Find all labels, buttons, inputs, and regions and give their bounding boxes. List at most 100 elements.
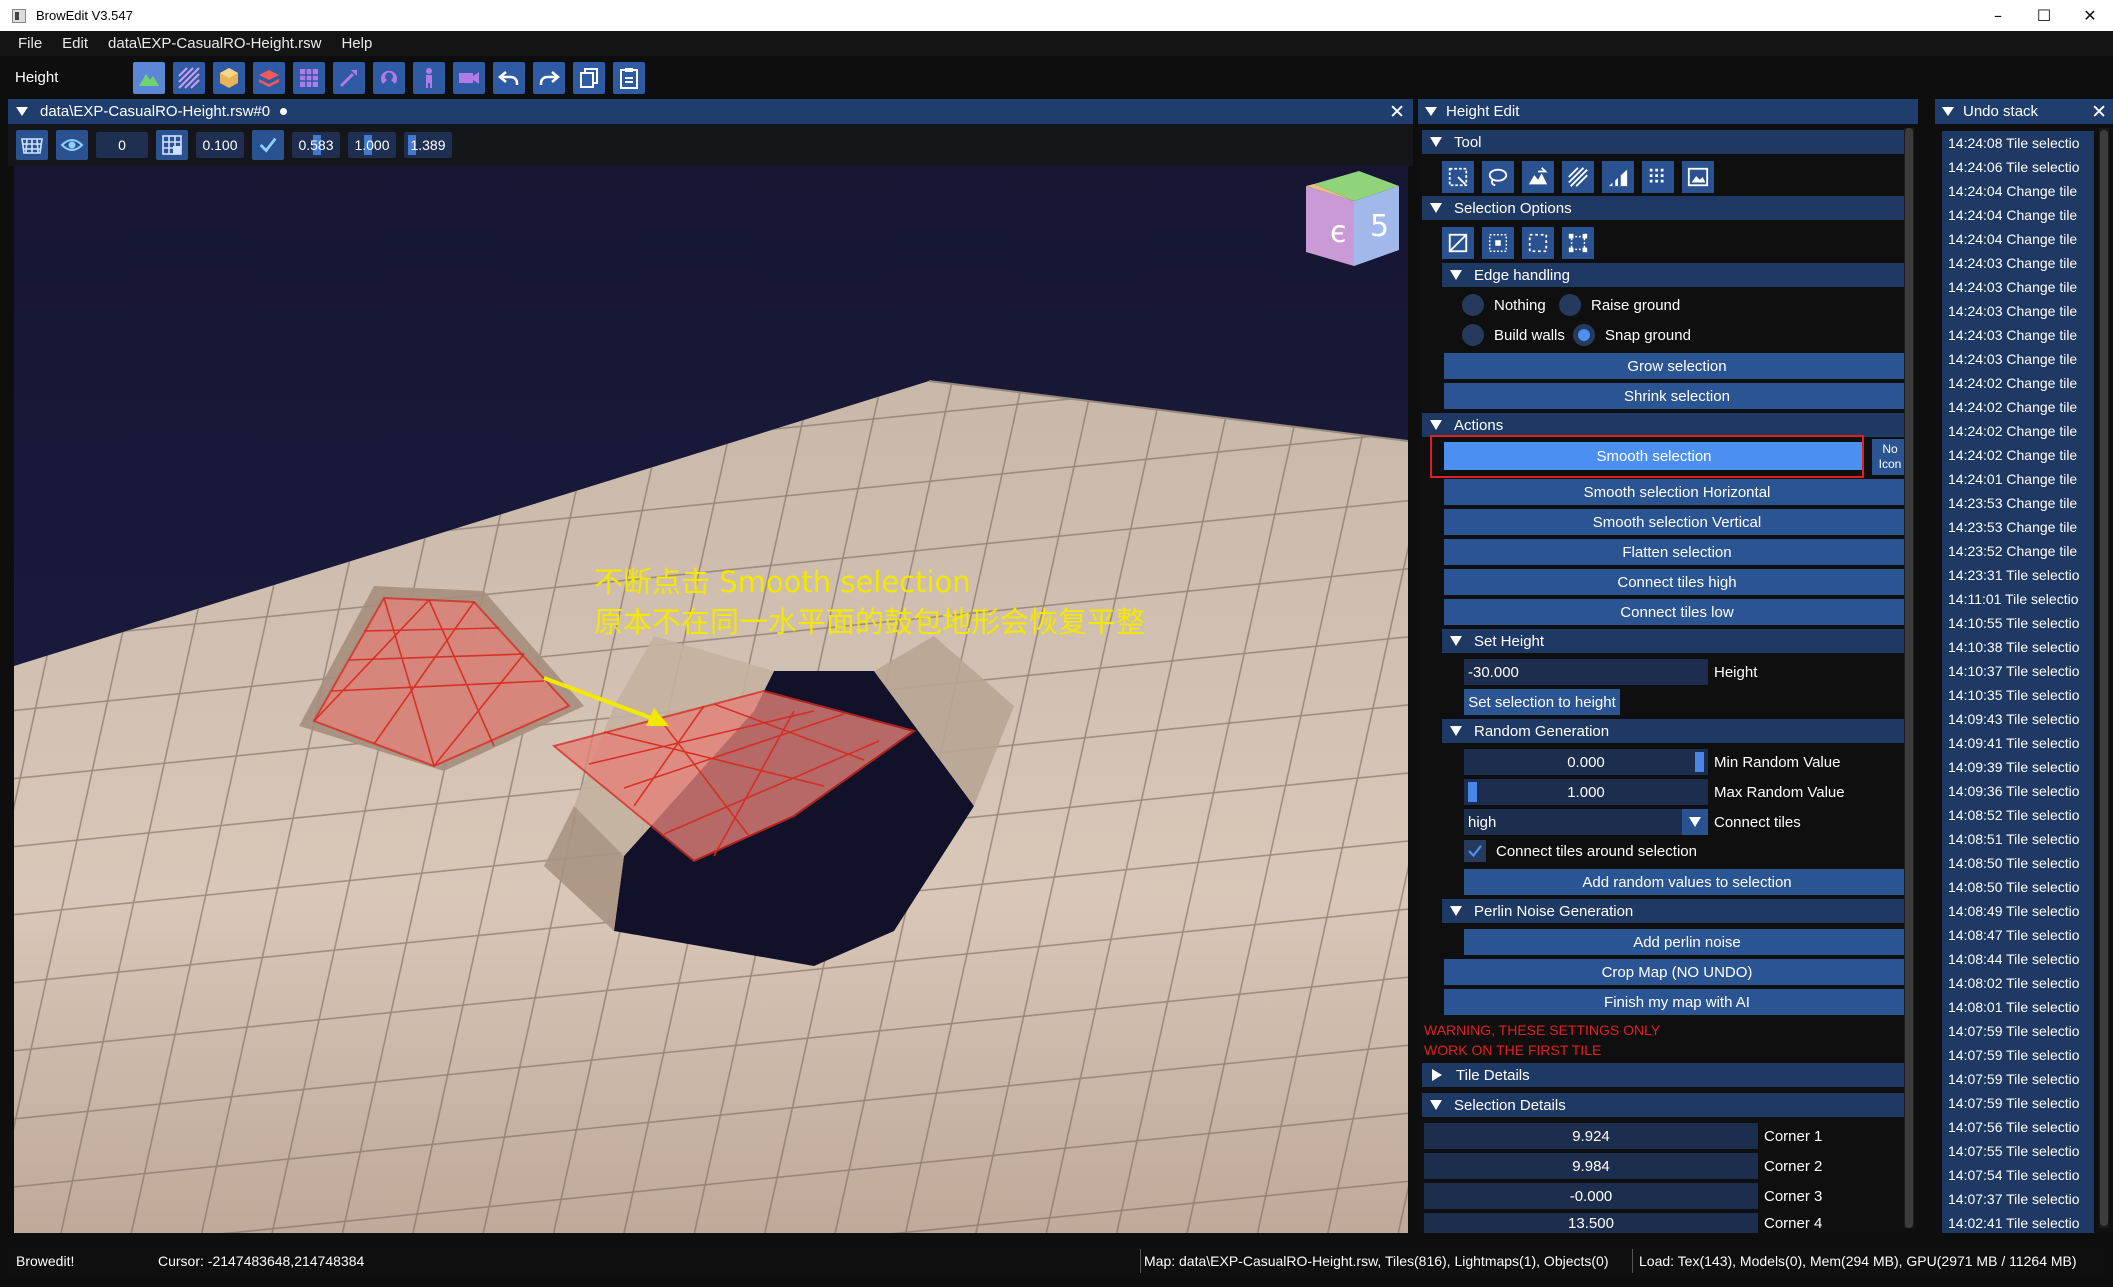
tile-details-header[interactable]: Tile Details xyxy=(1422,1063,1914,1087)
connect-tiles-high-button[interactable]: Connect tiles high xyxy=(1444,569,1910,595)
height-input[interactable]: -30.000 xyxy=(1464,659,1708,685)
undo-item[interactable]: 14:07:37 Tile selectio xyxy=(1942,1187,2094,1211)
panel-scrollbar[interactable] xyxy=(1904,128,1914,1228)
undo-item[interactable]: 14:08:47 Tile selectio xyxy=(1942,923,2094,947)
undo-item[interactable]: 14:24:03 Change tile xyxy=(1942,299,2094,323)
undo-item[interactable]: 14:23:52 Change tile xyxy=(1942,539,2094,563)
min-random-grab[interactable] xyxy=(1695,752,1704,772)
corner-3-input[interactable]: -0.000 xyxy=(1424,1183,1758,1209)
grow-selection-button[interactable]: Grow selection xyxy=(1444,353,1910,379)
grid-size-field[interactable]: 0.100 xyxy=(196,132,244,158)
undo-item[interactable]: 14:09:36 Tile selectio xyxy=(1942,779,2094,803)
connect-around-checkbox[interactable]: Connect tiles around selection xyxy=(1464,840,1697,862)
undo-icon[interactable] xyxy=(493,61,525,94)
radio-circle[interactable] xyxy=(1462,324,1484,346)
undo-item[interactable]: 14:24:04 Change tile xyxy=(1942,203,2094,227)
undo-item[interactable]: 14:23:53 Change tile xyxy=(1942,515,2094,539)
connect-tiles-low-button[interactable]: Connect tiles low xyxy=(1444,599,1910,625)
undo-item[interactable]: 14:08:49 Tile selectio xyxy=(1942,899,2094,923)
radio-circle-selected[interactable] xyxy=(1573,324,1595,346)
add-random-values-button[interactable]: Add random values to selection xyxy=(1464,869,1910,895)
texture-mode-icon[interactable] xyxy=(173,61,205,94)
actions-header[interactable]: Actions xyxy=(1422,413,1914,437)
third-slider[interactable]: 1.389 xyxy=(404,132,452,158)
collapse-icon[interactable] xyxy=(16,107,28,116)
undo-item[interactable]: 14:07:59 Tile selectio xyxy=(1942,1067,2094,1091)
paste-icon[interactable] xyxy=(613,61,645,94)
undo-item[interactable]: 14:07:54 Tile selectio xyxy=(1942,1163,2094,1187)
copy-icon[interactable] xyxy=(573,61,605,94)
undo-item[interactable]: 14:08:44 Tile selectio xyxy=(1942,947,2094,971)
menu-help[interactable]: Help xyxy=(331,35,382,52)
radio-circle[interactable] xyxy=(1559,294,1581,316)
undo-item[interactable]: 14:23:31 Tile selectio xyxy=(1942,563,2094,587)
edge-build-walls-radio[interactable]: Build walls xyxy=(1462,324,1565,346)
tool-section-header[interactable]: Tool xyxy=(1422,130,1914,154)
redo-icon[interactable] xyxy=(533,61,565,94)
wand-mode-icon[interactable] xyxy=(333,61,365,94)
sprite-mode-icon[interactable] xyxy=(373,61,405,94)
random-generation-header[interactable]: Random Generation xyxy=(1442,719,1914,743)
slope-icon[interactable] xyxy=(1602,161,1634,193)
edge-raise-ground-radio[interactable]: Raise ground xyxy=(1559,294,1680,316)
undo-item[interactable]: 14:07:55 Tile selectio xyxy=(1942,1139,2094,1163)
radio-circle[interactable] xyxy=(1462,294,1484,316)
add-perlin-noise-button[interactable]: Add perlin noise xyxy=(1464,929,1910,955)
selection-details-header[interactable]: Selection Details xyxy=(1422,1093,1914,1117)
undo-item[interactable]: 14:07:59 Tile selectio xyxy=(1942,1091,2094,1115)
height-mode-icon[interactable] xyxy=(133,61,165,94)
rect-select-icon[interactable] xyxy=(1442,161,1474,193)
visibility-eye-icon[interactable] xyxy=(56,130,88,160)
undo-item[interactable]: 14:24:03 Change tile xyxy=(1942,251,2094,275)
undo-item[interactable]: 14:24:04 Change tile xyxy=(1942,227,2094,251)
undo-item[interactable]: 14:08:51 Tile selectio xyxy=(1942,827,2094,851)
shrink-selection-button[interactable]: Shrink selection xyxy=(1444,383,1910,409)
chevron-down-icon[interactable] xyxy=(1682,809,1708,835)
wall-mode-icon[interactable] xyxy=(253,61,285,94)
undo-item[interactable]: 14:10:38 Tile selectio xyxy=(1942,635,2094,659)
set-height-header[interactable]: Set Height xyxy=(1442,629,1914,653)
undo-item[interactable]: 14:09:39 Tile selectio xyxy=(1942,755,2094,779)
minimize-button[interactable]: – xyxy=(1975,0,2021,31)
undo-item[interactable]: 14:08:01 Tile selectio xyxy=(1942,995,2094,1019)
menu-edit[interactable]: Edit xyxy=(52,35,98,52)
smooth-vertical-button[interactable]: Smooth selection Vertical xyxy=(1444,509,1910,535)
close-viewport-button[interactable]: ✕ xyxy=(1389,101,1405,123)
crop-map-button[interactable]: Crop Map (NO UNDO) xyxy=(1444,959,1910,985)
close-undo-button[interactable]: ✕ xyxy=(2091,101,2107,123)
collapse-icon[interactable] xyxy=(1942,107,1954,116)
panel-scroll-thumb[interactable] xyxy=(1905,128,1913,1228)
connect-mode-select[interactable]: high xyxy=(1464,809,1708,835)
edge-nothing-radio[interactable]: Nothing xyxy=(1462,294,1546,316)
set-selection-to-height-button[interactable]: Set selection to height xyxy=(1464,689,1620,715)
undo-scrollbar[interactable] xyxy=(2099,128,2109,1228)
undo-item[interactable]: 14:24:02 Change tile xyxy=(1942,395,2094,419)
snap-grid-icon[interactable] xyxy=(156,130,188,160)
undo-scroll-thumb[interactable] xyxy=(2100,130,2108,1226)
undo-item[interactable]: 14:09:43 Tile selectio xyxy=(1942,707,2094,731)
snap-checkbox-icon[interactable] xyxy=(252,130,284,160)
undo-item[interactable]: 14:24:03 Change tile xyxy=(1942,275,2094,299)
edge-handling-header[interactable]: Edge handling xyxy=(1442,263,1914,287)
grid-toggle-icon[interactable] xyxy=(16,130,48,160)
undo-item[interactable]: 14:24:02 Change tile xyxy=(1942,419,2094,443)
corner-1-input[interactable]: 9.924 xyxy=(1424,1123,1758,1149)
max-random-slider[interactable]: 1.000 xyxy=(1464,779,1708,805)
undo-item[interactable]: 14:07:59 Tile selectio xyxy=(1942,1043,2094,1067)
flatten-selection-button[interactable]: Flatten selection xyxy=(1444,539,1910,565)
gat-mode-icon[interactable] xyxy=(293,61,325,94)
undo-item[interactable]: 14:24:04 Change tile xyxy=(1942,179,2094,203)
undo-item[interactable]: 14:24:01 Change tile xyxy=(1942,467,2094,491)
undo-item[interactable]: 14:08:50 Tile selectio xyxy=(1942,875,2094,899)
undo-item[interactable]: 14:10:55 Tile selectio xyxy=(1942,611,2094,635)
undo-item[interactable]: 14:07:59 Tile selectio xyxy=(1942,1019,2094,1043)
edge-snap-ground-radio[interactable]: Snap ground xyxy=(1573,324,1691,346)
height-edit-tab[interactable]: Height Edit xyxy=(1418,99,1918,124)
lasso-select-icon[interactable] xyxy=(1482,161,1514,193)
scale-slider[interactable]: 1.000 xyxy=(348,132,396,158)
undo-item[interactable]: 14:23:53 Change tile xyxy=(1942,491,2094,515)
orientation-cube-icon[interactable]: є 5 xyxy=(1306,171,1399,266)
finish-map-ai-button[interactable]: Finish my map with AI xyxy=(1444,989,1910,1015)
no-icon-button[interactable]: No Icon xyxy=(1872,439,1908,475)
undo-item[interactable]: 14:24:02 Change tile xyxy=(1942,443,2094,467)
